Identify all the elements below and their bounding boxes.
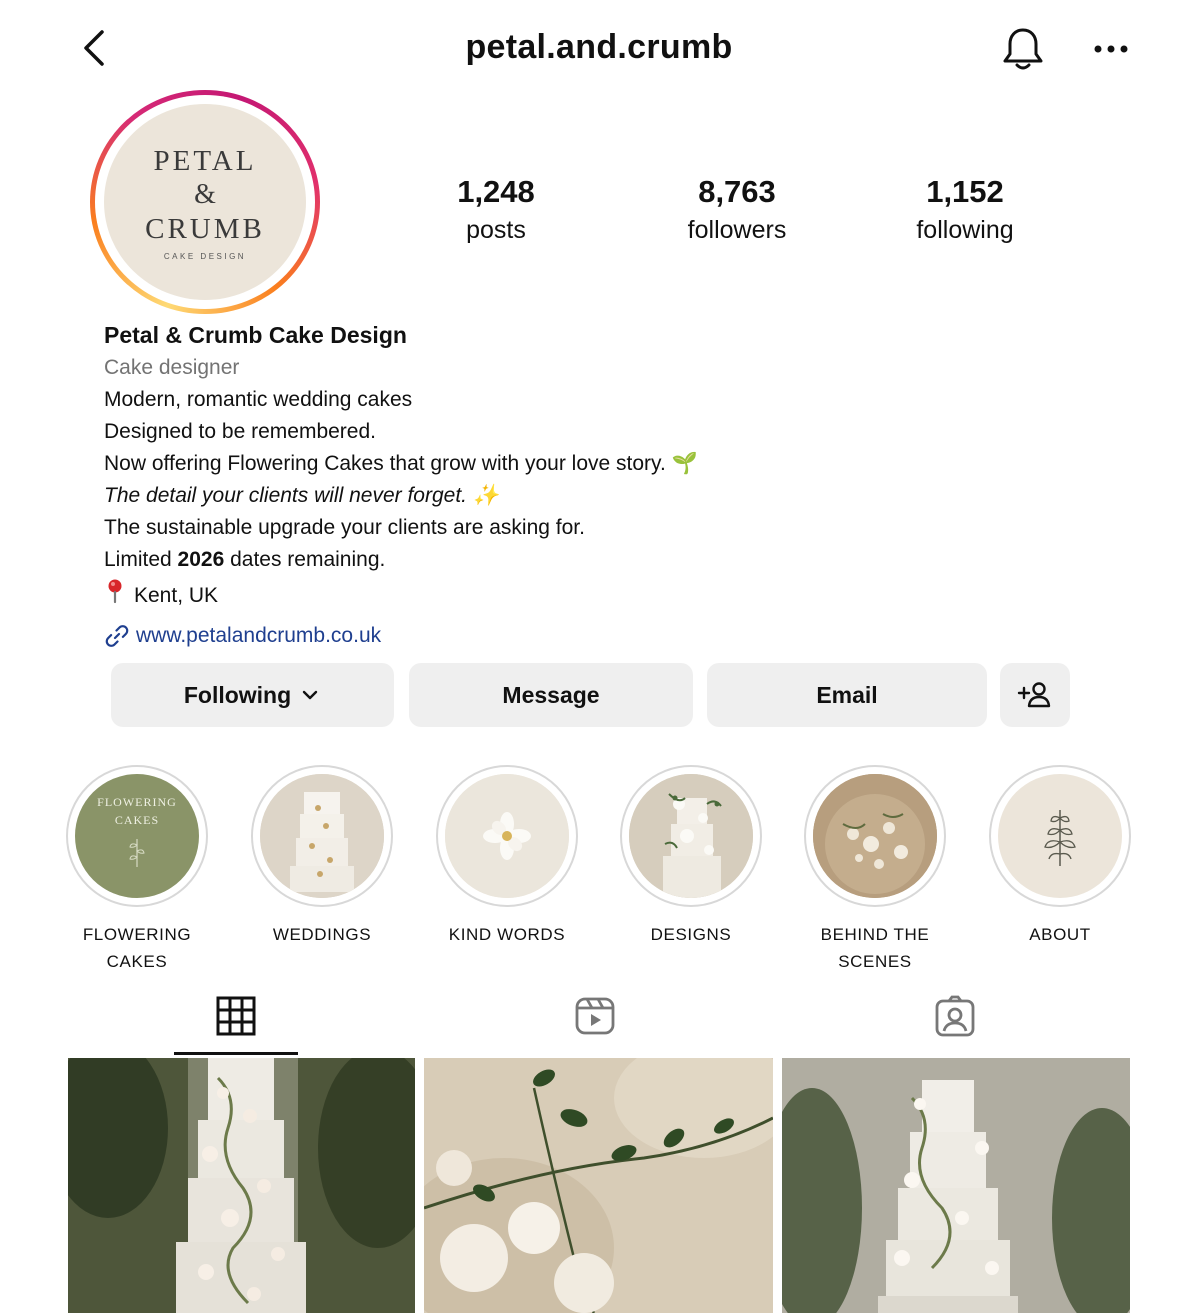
highlight-about[interactable]: ABOUT xyxy=(985,765,1135,948)
following-count: 1,152 xyxy=(926,174,1004,209)
profile-avatar[interactable]: PETAL & CRUMB CAKE DESIGN xyxy=(90,90,320,314)
cake-image xyxy=(629,774,753,898)
location-text: Kent, UK xyxy=(134,584,219,607)
message-button-label: Message xyxy=(502,681,600,708)
posts-label: posts xyxy=(466,216,526,244)
followers-label: followers xyxy=(687,216,787,244)
tab-reels[interactable] xyxy=(530,990,660,1056)
botanical-sprig-icon xyxy=(1044,810,1076,866)
message-button[interactable]: Message xyxy=(409,663,693,727)
flower-image xyxy=(445,774,569,898)
following-button-label: Following xyxy=(183,681,292,708)
link-icon xyxy=(104,623,130,649)
website-text: www.petalandcrumb.co.uk xyxy=(136,624,382,647)
posts-stat[interactable]: 1,248 posts xyxy=(396,172,596,248)
following-label: following xyxy=(916,216,1014,244)
reels-icon xyxy=(575,997,615,1035)
post-image-flowers-closeup xyxy=(424,1058,773,1313)
add-user-icon xyxy=(1017,682,1051,708)
bio-line: The detail your clients will never forge… xyxy=(104,484,499,507)
logo-text-subtitle: CAKE DESIGN xyxy=(163,251,247,261)
bio-line: Now offering Flowering Cakes that grow w… xyxy=(104,452,698,475)
highlight-kind-words[interactable]: KIND WORDS xyxy=(432,765,582,948)
following-stat[interactable]: 1,152 following xyxy=(865,172,1065,248)
highlight-behind-the-scenes[interactable]: BEHIND THE SCENES xyxy=(800,765,950,975)
more-horizontal-icon xyxy=(1094,45,1128,53)
more-options-button[interactable] xyxy=(1088,28,1134,68)
bio-line: Modern, romantic wedding cakes xyxy=(104,388,413,411)
highlight-label: KIND WORDS xyxy=(448,925,566,944)
post-thumbnail[interactable] xyxy=(68,1058,415,1313)
highlight-label: ABOUT xyxy=(1029,925,1091,944)
tab-tagged[interactable] xyxy=(890,990,1020,1056)
followers-count: 8,763 xyxy=(698,174,776,209)
highlight-flowering-cakes[interactable]: FLOWERING CAKES FLOWERING CAKES xyxy=(62,765,212,975)
highlight-weddings[interactable]: WEDDINGS xyxy=(247,765,397,948)
post-thumbnail[interactable] xyxy=(782,1058,1130,1313)
highlight-cover xyxy=(260,774,384,898)
highlight-designs[interactable]: DESIGNS xyxy=(616,765,766,948)
highlight-label: BEHIND THE SCENES xyxy=(820,925,930,971)
email-button-label: Email xyxy=(816,681,878,708)
posts-count: 1,248 xyxy=(457,174,535,209)
brand-logo: PETAL & CRUMB CAKE DESIGN xyxy=(104,104,306,300)
highlight-cover xyxy=(629,774,753,898)
category-label: Cake designer xyxy=(104,356,240,379)
website-link[interactable]: www.petalandcrumb.co.uk xyxy=(104,620,1004,652)
tagged-icon xyxy=(935,995,975,1037)
highlight-cover xyxy=(813,774,937,898)
display-name: Petal & Crumb Cake Design xyxy=(104,322,407,348)
cake-image xyxy=(813,774,937,898)
suggested-users-button[interactable] xyxy=(1000,663,1070,727)
location-row: Kent, UK xyxy=(104,578,1004,614)
logo-text-crumb: CRUMB xyxy=(145,212,265,245)
post-thumbnail[interactable] xyxy=(424,1058,773,1313)
profile-bio: Petal & Crumb Cake Design Cake designer … xyxy=(104,318,1004,652)
bio-line: Designed to be remembered. xyxy=(104,420,376,443)
notifications-button[interactable] xyxy=(998,24,1048,74)
tab-posts-grid[interactable] xyxy=(171,990,301,1056)
logo-text-petal: PETAL xyxy=(153,144,257,177)
highlight-label: WEDDINGS xyxy=(272,925,372,944)
bell-icon xyxy=(1003,28,1043,70)
post-image-tall-cake xyxy=(68,1058,415,1313)
followers-stat[interactable]: 8,763 followers xyxy=(637,172,837,248)
active-tab-indicator xyxy=(174,1052,298,1055)
cake-image xyxy=(260,774,384,898)
grid-icon xyxy=(216,996,256,1036)
chevron-down-icon xyxy=(302,690,318,700)
highlight-label: FLOWERING CAKES xyxy=(82,925,192,971)
bio-line: The sustainable upgrade your clients are… xyxy=(104,516,585,539)
map-pin-icon xyxy=(104,578,126,614)
bio-line: Limited 2026 dates remaining. xyxy=(104,548,386,571)
highlight-cover xyxy=(998,774,1122,898)
post-image-cake-garden xyxy=(782,1058,1130,1313)
highlight-label: DESIGNS xyxy=(650,925,732,944)
highlight-cover-text: FLOWERING CAKES xyxy=(97,795,177,827)
following-button[interactable]: Following xyxy=(111,663,394,727)
top-bar: petal.and.crumb xyxy=(0,0,1198,100)
sprig-icon xyxy=(129,839,145,867)
highlight-cover xyxy=(445,774,569,898)
email-button[interactable]: Email xyxy=(707,663,987,727)
highlight-cover: FLOWERING CAKES xyxy=(75,774,199,898)
logo-text-ampersand: & xyxy=(194,178,216,210)
